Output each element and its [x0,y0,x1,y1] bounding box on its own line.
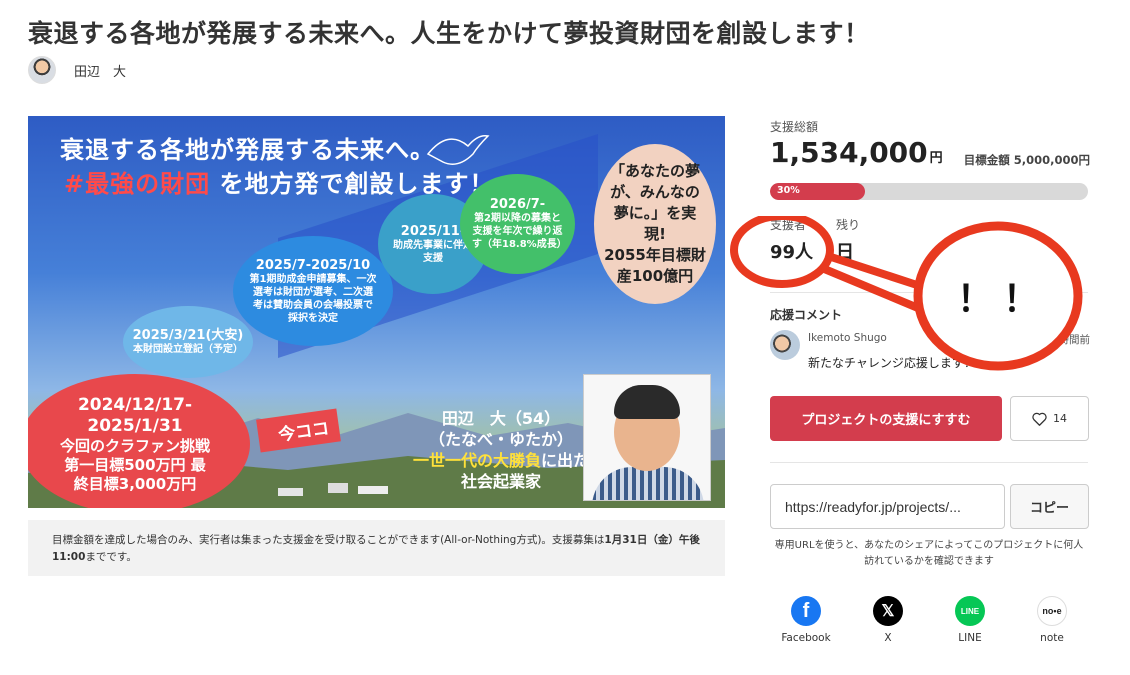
person-tagline: 一世一代の大勝負 [413,451,542,470]
target-amount: 目標金額 5,000,000円 [963,153,1090,167]
owner-name[interactable]: 田辺 大 [74,61,126,80]
person-role: 社会起業家 [461,472,542,491]
share-label: X [884,632,892,644]
hero-title-line1: 衰退する各地が発展する未来へ。 [60,136,435,164]
all-or-nothing-notice: 目標金額を達成した場合のみ、実行者は集まった支援金を受け取ることができます(Al… [28,520,725,576]
total-label: 支援総額 [770,120,819,134]
progress-bar: 30% [770,183,1088,200]
x-icon: 𝕏 [873,596,903,626]
person-name: 田辺 大（54） [441,409,561,428]
person-photo [583,374,711,501]
bubble-text: 第1期助成金申請募集、一次選考は財団が選考、二次選考は賛助会員の会場投票で採択を… [249,273,377,324]
current-campaign-bubble: 2024/12/17-2025/1/31 今回のクラファン挑戦 第一目標500万… [28,374,250,508]
owner-avatar[interactable] [28,56,56,84]
favorite-count: 14 [1053,412,1067,425]
divider [770,462,1088,463]
share-label: LINE [958,632,982,644]
hero-title-highlight: #最強の財団 [64,170,211,198]
hero-title-rest: を地方発で創設します！ [210,170,495,198]
campaign-goals: 今回のクラファン挑戦 第一目標500万円 最終目標3,000万円 [60,436,211,493]
share-url-help: 専用URLを使うと、あなたのシェアによってこのプロジェクトに何人訪れているかを確… [774,540,1084,567]
project-owner[interactable]: 田辺 大 [28,56,126,84]
person-caption: 田辺 大（54） （たなべ・ゆたか） 一世一代の大勝負に出た 社会起業家 [413,408,589,492]
share-x[interactable]: 𝕏 X [858,596,918,644]
progress-fill: 30% [770,183,866,200]
share-url-field[interactable] [770,484,1005,529]
bubble-text: 第2期以降の募集と支援を年次で繰り返す（年18.8%成長） [472,213,567,250]
timeline-bubble-4: 2026/7- 第2期以降の募集と支援を年次で繰り返す（年18.8%成長） [460,174,575,274]
remaining-label: 残り [836,218,861,232]
remaining-days: 日 [836,242,854,263]
goal-slogan: 「あなたの夢が、みんなの夢に。」を実現! [609,162,700,243]
currency-unit: 円 [929,151,943,166]
notice-suffix: までです。 [85,551,137,563]
page-title: 衰退する各地が発展する未来へ。人生をかけて夢投資財団を創設します！ [28,19,870,48]
line-icon: LINE [955,596,985,626]
timeline-bubble-2: 2025/7-2025/10 第1期助成金申請募集、一次選考は財団が選考、二次選… [233,236,393,346]
facebook-icon: f [791,596,821,626]
share-label: Facebook [781,632,831,644]
goal-target: 2055年目標財産100億円 [604,246,706,285]
share-label: note [1040,632,1064,644]
backers-label: 支援者 [770,218,807,232]
campaign-dates: 2024/12/17-2025/1/31 [77,394,193,436]
bubble-date: 2025/3/21(大安) [132,328,244,343]
annotation-exclamation: ！！ [957,279,1050,320]
note-icon: no•e [1037,596,1067,626]
heart-icon [1032,412,1047,426]
person-tagline-rest: に出た [541,451,590,470]
progress-percent: 30% [777,185,800,196]
share-buttons: f Facebook 𝕏 X LINE LINE no•e note [770,596,1088,644]
bubble-date: 2025/7-2025/10 [255,257,371,273]
copy-url-button[interactable]: コピー [1010,484,1089,529]
notice-text: 目標金額を達成した場合のみ、実行者は集まった支援金を受け取ることができます(Al… [52,534,605,546]
share-facebook[interactable]: f Facebook [776,596,836,644]
person-kana: （たなべ・ゆたか） [429,430,574,449]
project-hero-image: 衰退する各地が発展する未来へ。 #最強の財団 を地方発で創設します！ 2025/… [28,116,725,508]
comments-label: 応援コメント [770,308,843,322]
timeline-bubble-1: 2025/3/21(大安) 本財団設立登記（予定） [123,306,253,378]
share-line[interactable]: LINE LINE [940,596,1000,644]
support-project-button[interactable]: プロジェクトの支援にすすむ [770,396,1002,441]
favorite-button[interactable]: 14 [1010,396,1089,441]
commenter-avatar[interactable] [770,330,800,360]
bubble-text: 本財団設立登記（予定） [133,344,243,355]
commenter-name[interactable]: Ikemoto Shugo [808,332,887,344]
share-note[interactable]: no•e note [1022,596,1082,644]
goal-bubble: 「あなたの夢が、みんなの夢に。」を実現! 2055年目標財産100億円 [594,144,716,304]
bubble-date: 2025/11- [400,223,466,239]
comment-time: 時間前 [1058,334,1091,346]
backers-count: 99人 [770,242,814,263]
bubble-date: 2026/7- [489,197,546,212]
total-amount: 1,534,000 円 [770,136,943,169]
comment-body: 新たなチャレンジ応援します！ [808,356,976,370]
total-amount-value: 1,534,000 [770,136,928,169]
